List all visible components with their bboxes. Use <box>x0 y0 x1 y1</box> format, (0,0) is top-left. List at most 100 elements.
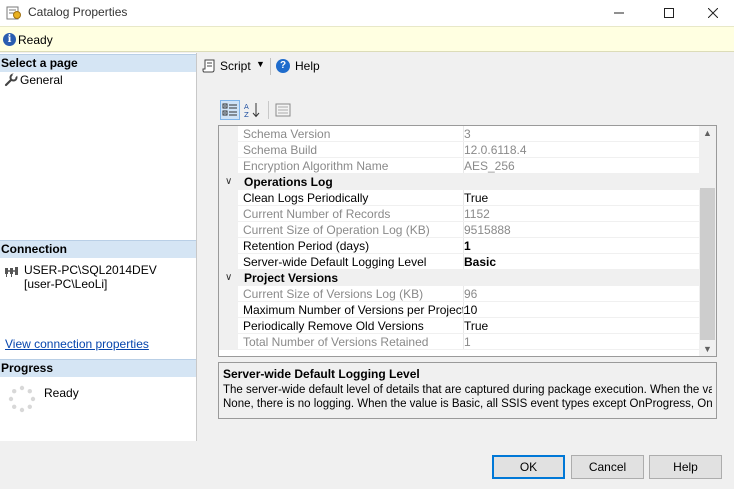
property-value: 3 <box>463 126 700 142</box>
row-gutter <box>219 286 238 302</box>
row-gutter <box>219 222 238 238</box>
property-row[interactable]: Total Number of Versions Retained 1 <box>219 334 700 350</box>
category-row[interactable]: ∨ Operations Log <box>219 174 700 190</box>
connection-icon <box>5 267 18 277</box>
property-row[interactable]: Maximum Number of Versions per Project 10 <box>219 302 700 318</box>
property-value: 96 <box>463 286 700 302</box>
property-name: Retention Period (days) <box>243 239 370 253</box>
svg-text:Z: Z <box>244 111 249 118</box>
property-row[interactable]: Current Number of Records 1152 <box>219 206 700 222</box>
minimize-icon <box>614 12 624 14</box>
left-panel: Select a page General Connection USER-PC… <box>0 53 197 441</box>
row-divider <box>238 349 700 350</box>
toolbar-separator <box>270 58 271 75</box>
property-value: AES_256 <box>463 158 700 174</box>
property-row[interactable]: Periodically Remove Old Versions True <box>219 318 700 334</box>
close-button[interactable] <box>690 0 734 26</box>
property-name: Current Size of Versions Log (KB) <box>243 287 424 301</box>
property-value: 1 <box>463 334 700 350</box>
property-row[interactable]: Encryption Algorithm Name AES_256 <box>219 158 700 174</box>
property-grid-scrollbar[interactable]: ▲ ▼ <box>699 126 716 356</box>
property-pages-icon <box>275 103 291 117</box>
property-name: Maximum Number of Versions per Project <box>243 303 466 317</box>
title-bar: Catalog Properties <box>0 0 734 26</box>
alphabetical-button[interactable]: A Z <box>242 100 262 120</box>
view-connection-properties-link[interactable]: View connection properties <box>5 337 149 351</box>
row-gutter <box>219 142 238 158</box>
row-gutter <box>219 238 238 254</box>
progress-status: Ready <box>44 386 79 400</box>
property-row[interactable]: Server-wide Default Logging Level Basic <box>219 254 700 270</box>
collapse-chevron-icon[interactable]: ∨ <box>225 270 232 286</box>
maximize-icon <box>664 8 674 18</box>
property-row[interactable]: Schema Version 3 <box>219 126 700 142</box>
wrench-icon <box>4 73 18 87</box>
description-title: Server-wide Default Logging Level <box>223 367 420 381</box>
property-value[interactable]: Basic <box>463 254 700 270</box>
property-value: 1152 <box>463 206 700 222</box>
connection-server: USER-PC\SQL2014DEV <box>24 263 157 277</box>
description-line-1: The server-wide default level of details… <box>223 384 712 396</box>
property-name: Total Number of Versions Retained <box>243 335 429 349</box>
cancel-button[interactable]: Cancel <box>571 455 644 479</box>
select-page-header: Select a page <box>0 54 196 72</box>
help-button[interactable]: Help <box>649 455 722 479</box>
row-gutter <box>219 158 238 174</box>
property-row[interactable]: Retention Period (days) 1 <box>219 238 700 254</box>
description-line-2: None, there is no logging. When the valu… <box>223 398 712 410</box>
row-gutter <box>219 190 238 206</box>
svg-text:A: A <box>244 103 249 111</box>
script-dropdown-arrow-icon[interactable]: ▼ <box>256 59 265 69</box>
scroll-down-arrow-icon[interactable]: ▼ <box>703 344 712 354</box>
row-gutter <box>219 254 238 270</box>
row-gutter <box>219 206 238 222</box>
catalog-app-icon <box>6 6 21 20</box>
property-name: Schema Version <box>243 127 331 141</box>
sort-alphabetical-icon: A Z <box>244 103 260 118</box>
collapse-chevron-icon[interactable]: ∨ <box>225 174 232 190</box>
property-row[interactable]: Current Size of Operation Log (KB) 951588… <box>219 222 700 238</box>
row-gutter <box>219 126 238 142</box>
ok-button[interactable]: OK <box>492 455 565 479</box>
category-row[interactable]: ∨ Project Versions <box>219 270 700 286</box>
property-value[interactable]: 1 <box>463 238 700 254</box>
toolbar: Script ▼ ? Help <box>198 53 734 81</box>
categorized-icon <box>222 103 237 116</box>
help-toolbar-button[interactable]: ? Help <box>276 59 320 73</box>
property-grid-toolbar: A Z <box>220 100 295 120</box>
maximize-button[interactable] <box>646 0 692 26</box>
property-value[interactable]: True <box>463 318 700 334</box>
property-name: Server-wide Default Logging Level <box>243 255 427 269</box>
help-icon: ? <box>276 59 290 73</box>
row-gutter <box>219 318 238 334</box>
property-name: Current Number of Records <box>243 207 391 221</box>
property-name: Periodically Remove Old Versions <box>243 319 424 333</box>
property-row[interactable]: Schema Build 12.0.6118.4 <box>219 142 700 158</box>
minimize-button[interactable] <box>596 0 642 26</box>
categorized-button[interactable] <box>220 100 240 120</box>
scroll-up-arrow-icon[interactable]: ▲ <box>703 128 712 138</box>
scroll-thumb[interactable] <box>700 188 715 340</box>
connection-user: [user-PC\LeoLi] <box>24 277 108 291</box>
property-row[interactable]: Current Size of Versions Log (KB) 96 <box>219 286 700 302</box>
property-row[interactable]: Clean Logs Periodically True <box>219 190 700 206</box>
page-item-general[interactable]: General <box>4 73 63 87</box>
property-value: 9515888 <box>463 222 700 238</box>
script-button[interactable]: Script <box>202 59 251 73</box>
progress-header: Progress <box>0 359 196 377</box>
property-value[interactable]: 10 <box>463 302 700 318</box>
property-name: Schema Build <box>243 143 318 157</box>
property-name: Current Size of Operation Log (KB) <box>243 223 430 237</box>
window-title: Catalog Properties <box>28 5 128 19</box>
help-label: Help <box>295 59 320 73</box>
status-bar: i Ready <box>0 26 734 52</box>
progress-spinner-icon <box>8 385 36 413</box>
property-grid[interactable]: Schema Version 3 Schema Build 12.0.6118.4 En… <box>218 125 717 357</box>
property-grid-rows: Schema Version 3 Schema Build 12.0.6118.4 En… <box>219 126 700 350</box>
property-value: 12.0.6118.4 <box>463 142 700 158</box>
property-pages-button[interactable] <box>273 100 293 120</box>
page-item-label: General <box>20 73 63 87</box>
property-value[interactable]: True <box>463 190 700 206</box>
script-icon <box>202 59 215 73</box>
property-name: Clean Logs Periodically <box>243 191 369 205</box>
